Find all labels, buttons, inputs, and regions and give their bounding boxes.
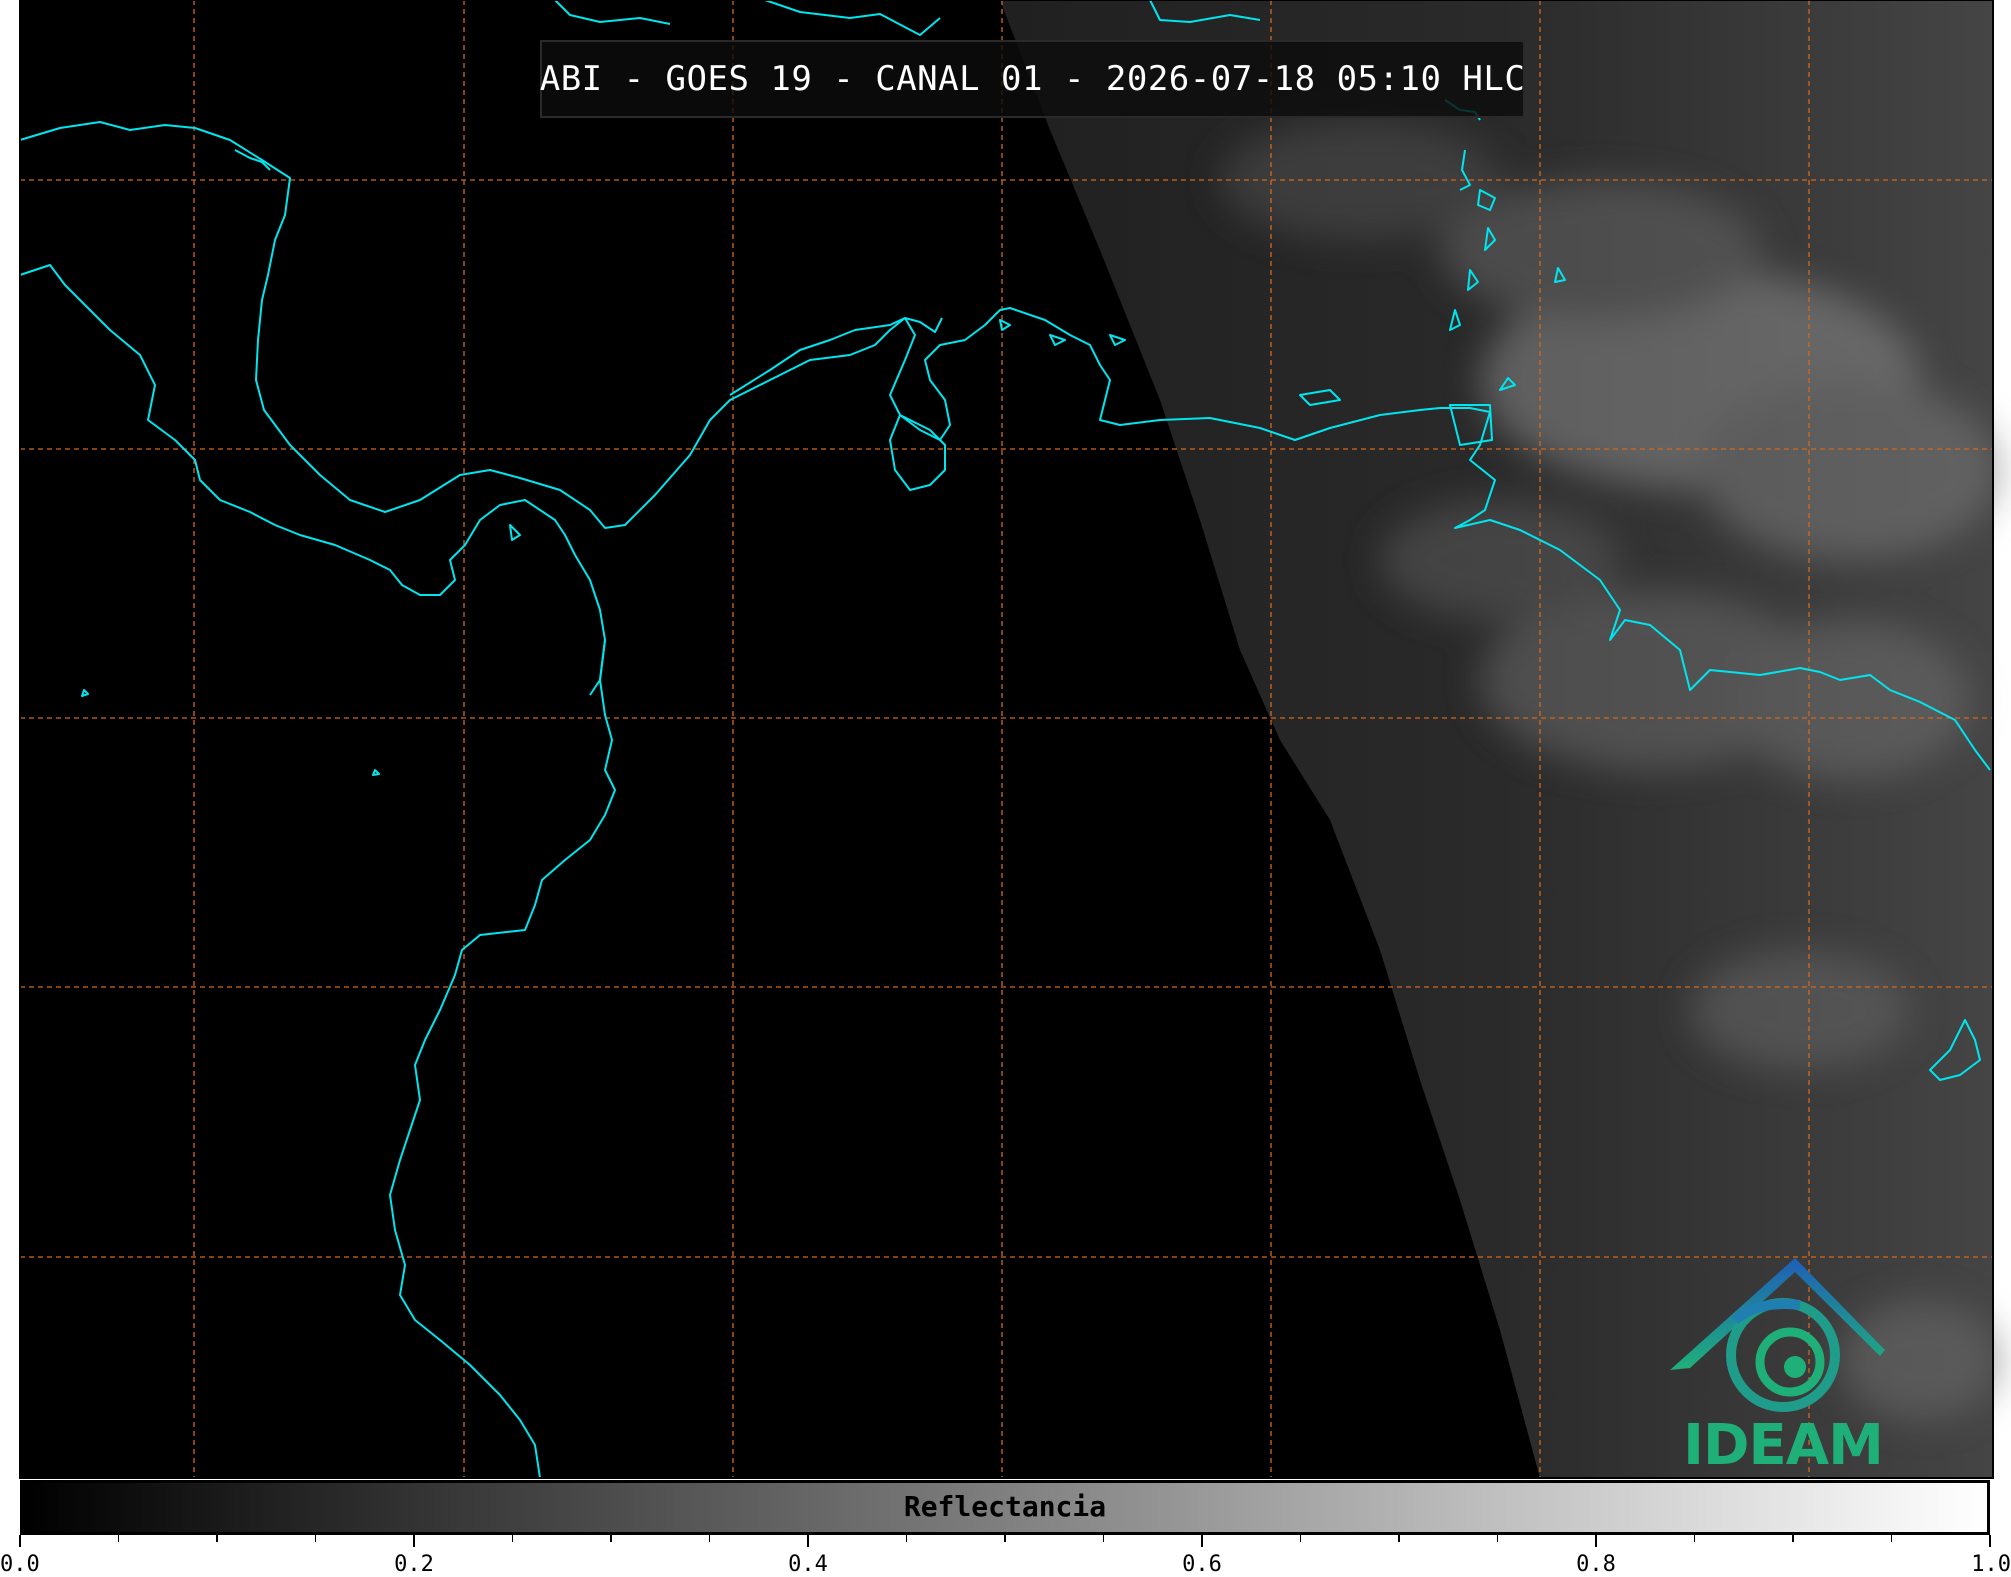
colorbar-minor-tick bbox=[1299, 1535, 1301, 1542]
colorbar-tick-label: 0.4 bbox=[788, 1552, 828, 1577]
logo-text: IDEAM bbox=[1683, 1413, 1884, 1478]
colorbar-minor-tick bbox=[708, 1535, 710, 1542]
colorbar-minor-tick bbox=[117, 1535, 119, 1542]
colorbar-tick-label: 0.8 bbox=[1576, 1552, 1616, 1577]
satellite-map bbox=[19, 0, 2000, 1479]
colorbar-major-tick bbox=[807, 1535, 809, 1547]
colorbar-minor-tick bbox=[1102, 1535, 1104, 1542]
colorbar-major-tick bbox=[1989, 1535, 1991, 1547]
colorbar-minor-tick bbox=[216, 1535, 218, 1542]
colorbar-tick-label: 0.0 bbox=[0, 1552, 40, 1577]
map-title: ABI - GOES 19 - CANAL 01 - 2026-07-18 05… bbox=[539, 59, 1526, 99]
colorbar-minor-tick bbox=[1496, 1535, 1498, 1542]
colorbar-major-tick bbox=[1201, 1535, 1203, 1547]
colorbar-minor-tick bbox=[905, 1535, 907, 1542]
colorbar-minor-tick bbox=[610, 1535, 612, 1542]
colorbar-minor-tick bbox=[1004, 1535, 1006, 1542]
colorbar-tick-label: 0.6 bbox=[1182, 1552, 1222, 1577]
colorbar-minor-tick bbox=[1398, 1535, 1400, 1542]
title-box: ABI - GOES 19 - CANAL 01 - 2026-07-18 05… bbox=[540, 40, 1525, 118]
colorbar-major-tick bbox=[19, 1535, 21, 1547]
colorbar-label: Reflectancia bbox=[903, 1490, 1107, 1523]
colorbar-minor-tick bbox=[1792, 1535, 1794, 1542]
colorbar-minor-tick bbox=[1890, 1535, 1892, 1542]
colorbar-minor-tick bbox=[511, 1535, 513, 1542]
colorbar-major-tick bbox=[413, 1535, 415, 1547]
colorbar-tick-label: 1.0 bbox=[1971, 1552, 2011, 1577]
colorbar-minor-tick bbox=[1693, 1535, 1695, 1542]
colorbar-minor-tick bbox=[314, 1535, 316, 1542]
colorbar-major-tick bbox=[1595, 1535, 1597, 1547]
colorbar-tick-label: 0.2 bbox=[394, 1552, 434, 1577]
